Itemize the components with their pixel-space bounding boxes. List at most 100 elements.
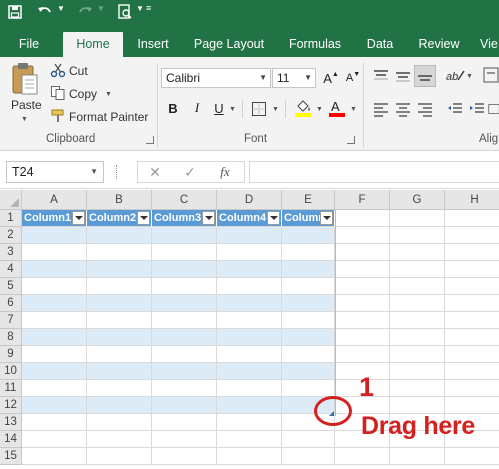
column-header-g[interactable]: G — [390, 190, 445, 210]
grid-cell[interactable] — [445, 346, 499, 363]
grid-cell[interactable] — [335, 210, 390, 227]
grid-cell[interactable] — [445, 363, 499, 380]
undo-dropdown-icon[interactable]: ▼ — [57, 4, 65, 13]
grid-cell[interactable] — [390, 261, 445, 278]
grid-cell[interactable] — [445, 278, 499, 295]
grid-cell[interactable] — [390, 346, 445, 363]
middle-align-icon[interactable] — [394, 67, 412, 85]
print-preview-icon[interactable] — [114, 2, 136, 22]
borders-dropdown-icon[interactable]: ▼ — [272, 106, 279, 113]
grid-cell[interactable] — [390, 278, 445, 295]
row-header-9[interactable]: 9 — [0, 346, 22, 363]
row-header-12[interactable]: 12 — [0, 397, 22, 414]
table-cell[interactable] — [87, 227, 152, 244]
tab-view[interactable]: Vie — [480, 32, 499, 57]
table-cell[interactable] — [217, 295, 282, 312]
tab-insert[interactable]: Insert — [132, 32, 174, 57]
row-header-14[interactable]: 14 — [0, 431, 22, 448]
font-launcher-icon[interactable] — [347, 136, 355, 144]
grid-cell[interactable] — [87, 431, 152, 448]
row-header-4[interactable]: 4 — [0, 261, 22, 278]
table-cell[interactable] — [87, 346, 152, 363]
table-cell[interactable] — [152, 380, 217, 397]
grid-cell[interactable] — [22, 448, 87, 465]
column-header-h[interactable]: H — [445, 190, 499, 210]
table-cell[interactable] — [22, 295, 87, 312]
filter-dropdown-icon[interactable] — [202, 211, 215, 225]
select-all-button[interactable] — [0, 190, 22, 210]
save-icon[interactable] — [4, 2, 26, 22]
grid-cell[interactable] — [87, 448, 152, 465]
fill-color-dropdown-icon[interactable]: ▼ — [316, 106, 323, 113]
grid-cell[interactable] — [445, 244, 499, 261]
row-header-15[interactable]: 15 — [0, 448, 22, 465]
table-cell[interactable] — [87, 312, 152, 329]
filter-dropdown-icon[interactable] — [320, 211, 333, 225]
table-cell[interactable] — [282, 363, 335, 380]
enter-icon[interactable]: ✓ — [177, 163, 203, 181]
table-cell[interactable] — [22, 244, 87, 261]
grid-cell[interactable] — [390, 363, 445, 380]
tab-file[interactable]: File — [10, 32, 48, 57]
table-cell[interactable] — [282, 278, 335, 295]
align-left-icon[interactable] — [372, 100, 390, 118]
row-header-7[interactable]: 7 — [0, 312, 22, 329]
format-painter-label[interactable]: Format Painter — [69, 110, 148, 124]
table-cell[interactable] — [217, 278, 282, 295]
table-cell[interactable] — [217, 363, 282, 380]
undo-icon[interactable] — [34, 2, 56, 22]
format-painter-icon[interactable] — [50, 108, 66, 124]
row-header-6[interactable]: 6 — [0, 295, 22, 312]
table-header-cell[interactable]: Column3 — [152, 210, 217, 227]
grid-cell[interactable] — [390, 210, 445, 227]
column-header-d[interactable]: D — [217, 190, 282, 210]
increase-indent-icon[interactable] — [468, 100, 486, 118]
grid-cell[interactable] — [445, 295, 499, 312]
borders-icon[interactable] — [250, 100, 268, 118]
redo-dropdown-icon[interactable]: ▼ — [97, 4, 105, 13]
tab-data[interactable]: Data — [362, 32, 398, 57]
underline-button[interactable]: U — [208, 98, 230, 118]
grid-cell[interactable] — [87, 414, 152, 431]
grid-cell[interactable] — [217, 448, 282, 465]
column-header-b[interactable]: B — [87, 190, 152, 210]
table-cell[interactable] — [282, 244, 335, 261]
formula-input[interactable] — [249, 161, 499, 183]
grid-cell[interactable] — [335, 278, 390, 295]
worksheet-grid[interactable]: ABCDEFGH 1 2 3 4 5 6 7 8 9 10 11 12 13 14 15 Column1 Co… — [0, 190, 499, 469]
grid-cell[interactable] — [445, 312, 499, 329]
grid-cell[interactable] — [335, 227, 390, 244]
grid-cell[interactable] — [282, 448, 335, 465]
table-cell[interactable] — [217, 397, 282, 414]
table-cell[interactable] — [217, 346, 282, 363]
table-cell[interactable] — [282, 346, 335, 363]
filter-dropdown-icon[interactable] — [72, 211, 85, 225]
table-cell[interactable] — [87, 380, 152, 397]
cancel-icon[interactable]: ✕ — [142, 163, 168, 181]
font-color-icon[interactable]: A — [328, 98, 346, 118]
table-cell[interactable] — [87, 397, 152, 414]
grid-cell[interactable] — [390, 312, 445, 329]
grid-cell[interactable] — [335, 312, 390, 329]
table-cell[interactable] — [22, 397, 87, 414]
tab-formulas[interactable]: Formulas — [283, 32, 347, 57]
table-cell[interactable] — [152, 295, 217, 312]
grid-cell[interactable] — [445, 261, 499, 278]
grid-cell[interactable] — [390, 380, 445, 397]
grid-cell[interactable] — [445, 329, 499, 346]
name-box[interactable]: T24 ▼ — [6, 161, 104, 183]
table-cell[interactable] — [217, 312, 282, 329]
orientation-icon[interactable]: ab — [444, 65, 466, 85]
grid-cell[interactable] — [335, 261, 390, 278]
copy-label[interactable]: Copy — [69, 87, 97, 101]
table-cell[interactable] — [282, 227, 335, 244]
table-cell[interactable] — [217, 380, 282, 397]
column-header-a[interactable]: A — [22, 190, 87, 210]
top-align-icon[interactable] — [372, 67, 390, 85]
table-cell[interactable] — [152, 312, 217, 329]
bottom-align-icon[interactable] — [414, 65, 436, 87]
tab-page-layout[interactable]: Page Layout — [189, 32, 269, 57]
align-center-icon[interactable] — [394, 100, 412, 118]
filter-dropdown-icon[interactable] — [137, 211, 150, 225]
grid-cell[interactable] — [152, 414, 217, 431]
